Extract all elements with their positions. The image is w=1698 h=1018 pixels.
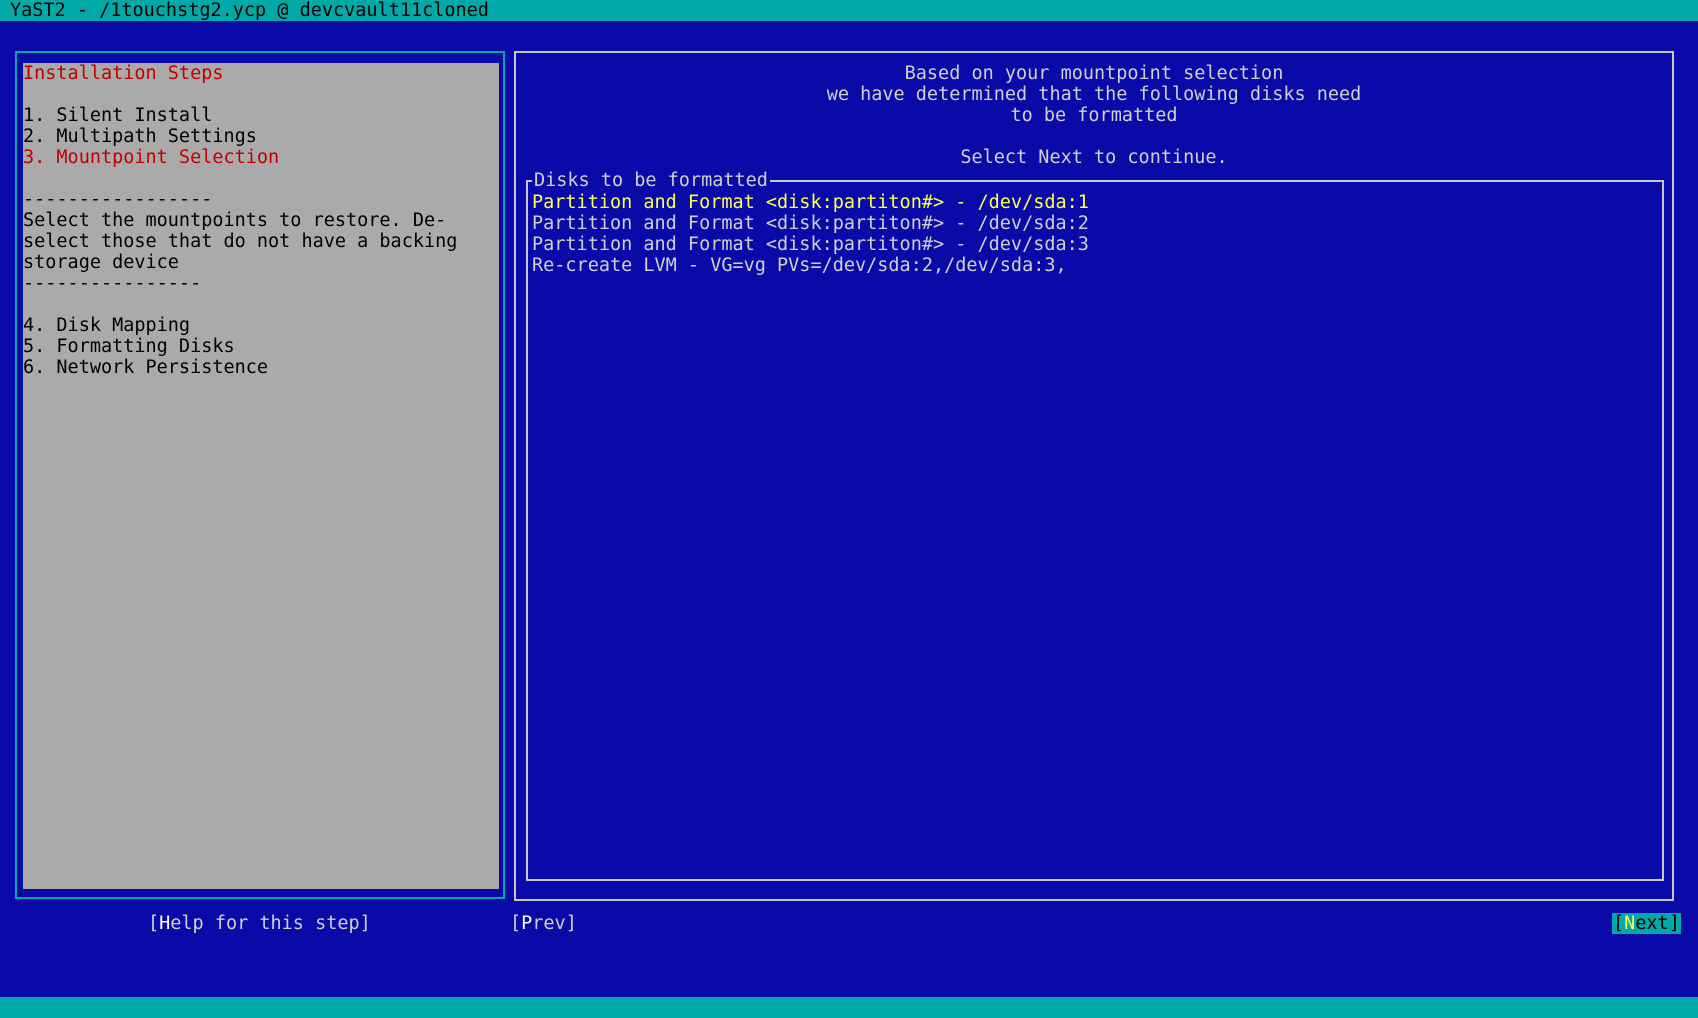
next-button-open: [ [1613, 913, 1625, 934]
window-title: YaST2 - /1touchstg2.ycp @ devcvault11clo… [0, 0, 1698, 21]
status-bar [0, 997, 1698, 1018]
help-button[interactable]: [Help for this step] [148, 913, 371, 934]
header-line-2: we have determined that the following di… [826, 84, 1362, 105]
list-item-sda3[interactable]: Partition and Format <disk:partiton#> - … [532, 234, 1658, 255]
step-description: Select the mountpoints to restore. De-se… [23, 210, 458, 273]
help-button-open: [ [148, 913, 160, 934]
frame-label: Disks to be formatted [532, 170, 770, 191]
installation-steps-panel: Installation Steps 1. Silent Install 2. … [15, 51, 505, 899]
step-disk-mapping: 4. Disk Mapping [23, 315, 191, 336]
list-item-sda2[interactable]: Partition and Format <disk:partiton#> - … [532, 213, 1658, 234]
list-item-sda1[interactable]: Partition and Format <disk:partiton#> - … [532, 192, 1658, 213]
step-silent-install: 1. Silent Install [23, 105, 213, 126]
step-network-persistence: 6. Network Persistence [23, 357, 269, 378]
header-line-1: Based on your mountpoint selection [904, 63, 1284, 84]
installation-steps-content: Installation Steps 1. Silent Install 2. … [23, 63, 499, 889]
step-mountpoint-selection-current: 3. Mountpoint Selection [23, 147, 280, 168]
separator-bottom: ---------------- [23, 273, 202, 294]
header-line-3: to be formatted [1010, 105, 1178, 126]
prev-button-rest: rev] [532, 913, 577, 934]
help-button-rest: elp for this step] [170, 913, 371, 934]
main-panel: Based on your mountpoint selection we ha… [514, 51, 1674, 901]
instruction-text: Select Next to continue. [960, 147, 1228, 168]
installation-steps-heading: Installation Steps [23, 63, 224, 84]
prev-button-hotkey: P [521, 913, 533, 934]
prev-button[interactable]: [Prev] [510, 913, 577, 934]
separator-top: ----------------- [23, 189, 213, 210]
disks-to-be-formatted-frame: Disks to be formatted Partition and Form… [526, 170, 1664, 881]
next-button-hotkey: N [1624, 913, 1636, 934]
help-button-hotkey: H [159, 913, 171, 934]
step-multipath-settings: 2. Multipath Settings [23, 126, 257, 147]
list-item-recreate-lvm[interactable]: Re-create LVM - VG=vg PVs=/dev/sda:2,/de… [532, 255, 1658, 276]
prev-button-open: [ [510, 913, 522, 934]
next-button-rest: ext] [1635, 913, 1680, 934]
main-header: Based on your mountpoint selection we ha… [516, 63, 1672, 168]
next-button[interactable]: [Next] [1612, 913, 1681, 934]
disks-list[interactable]: Partition and Format <disk:partiton#> - … [532, 192, 1658, 276]
step-formatting-disks: 5. Formatting Disks [23, 336, 235, 357]
